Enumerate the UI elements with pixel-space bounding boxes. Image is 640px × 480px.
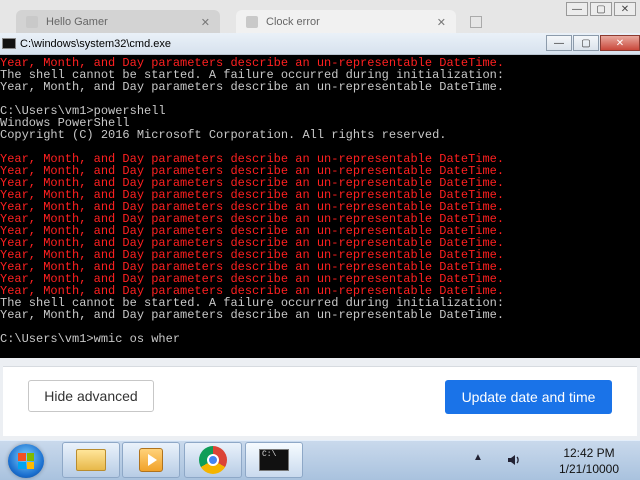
minimize-button[interactable]: — bbox=[546, 35, 572, 51]
tab-favicon-icon bbox=[26, 16, 38, 28]
new-tab-button[interactable] bbox=[470, 16, 482, 28]
cmd-icon bbox=[2, 38, 16, 49]
taskbar-cmd-button[interactable]: C:\ bbox=[245, 442, 303, 478]
chrome-icon bbox=[199, 446, 227, 474]
taskbar-clock[interactable]: 12:42 PM 1/21/10000 bbox=[548, 445, 630, 477]
taskbar-media-player-button[interactable] bbox=[122, 442, 180, 478]
cmd-window: C:\windows\system32\cmd.exe — ▢ ✕ Year, … bbox=[0, 33, 640, 358]
browser-tab-label: Hello Gamer bbox=[46, 16, 108, 28]
background-browser-window: Hello Gamer ✕ Clock error ✕ — ▢ ✕ bbox=[0, 0, 640, 36]
minimize-icon[interactable]: — bbox=[566, 2, 588, 16]
browser-tab-label: Clock error bbox=[266, 16, 320, 28]
cmd-window-controls: — ▢ ✕ bbox=[545, 35, 640, 51]
show-hidden-icons-icon[interactable]: ▲ bbox=[473, 452, 483, 463]
maximize-icon[interactable]: ▢ bbox=[590, 2, 612, 16]
command-prompt-icon: C:\ bbox=[259, 449, 289, 471]
taskbar-chrome-button[interactable] bbox=[184, 442, 242, 478]
browser-tab-clock-error[interactable]: Clock error ✕ bbox=[236, 10, 456, 34]
console-line: Year, Month, and Day parameters describe… bbox=[0, 80, 505, 94]
close-tab-icon[interactable]: ✕ bbox=[201, 16, 210, 29]
console-line: Copyright (C) 2016 Microsoft Corporation… bbox=[0, 128, 447, 142]
start-button[interactable] bbox=[8, 444, 44, 478]
browser-window-controls: — ▢ ✕ bbox=[566, 2, 636, 16]
cmd-titlebar[interactable]: C:\windows\system32\cmd.exe — ▢ ✕ bbox=[0, 33, 640, 55]
hide-advanced-button[interactable]: Hide advanced bbox=[28, 380, 154, 412]
clock-time: 12:42 PM bbox=[563, 446, 615, 460]
maximize-button[interactable]: ▢ bbox=[573, 35, 599, 51]
tab-favicon-icon bbox=[246, 16, 258, 28]
close-tab-icon[interactable]: ✕ bbox=[437, 16, 446, 29]
browser-tab-hello-gamer[interactable]: Hello Gamer ✕ bbox=[16, 10, 220, 34]
close-button[interactable]: ✕ bbox=[600, 35, 640, 51]
console-line: C:\Users\vm1>wmic os wher bbox=[0, 332, 181, 346]
cmd-window-title: C:\windows\system32\cmd.exe bbox=[20, 37, 171, 50]
close-icon[interactable]: ✕ bbox=[614, 2, 636, 16]
console-output[interactable]: Year, Month, and Day parameters describe… bbox=[0, 57, 640, 357]
folder-icon bbox=[76, 449, 106, 471]
media-player-icon bbox=[139, 448, 163, 472]
speaker-icon[interactable] bbox=[506, 452, 522, 468]
clock-date: 1/21/10000 bbox=[558, 462, 620, 476]
console-line: Year, Month, and Day parameters describe… bbox=[0, 308, 505, 322]
windows-logo-icon bbox=[18, 453, 34, 469]
update-date-time-button[interactable]: Update date and time bbox=[445, 380, 612, 414]
taskbar-explorer-button[interactable] bbox=[62, 442, 120, 478]
